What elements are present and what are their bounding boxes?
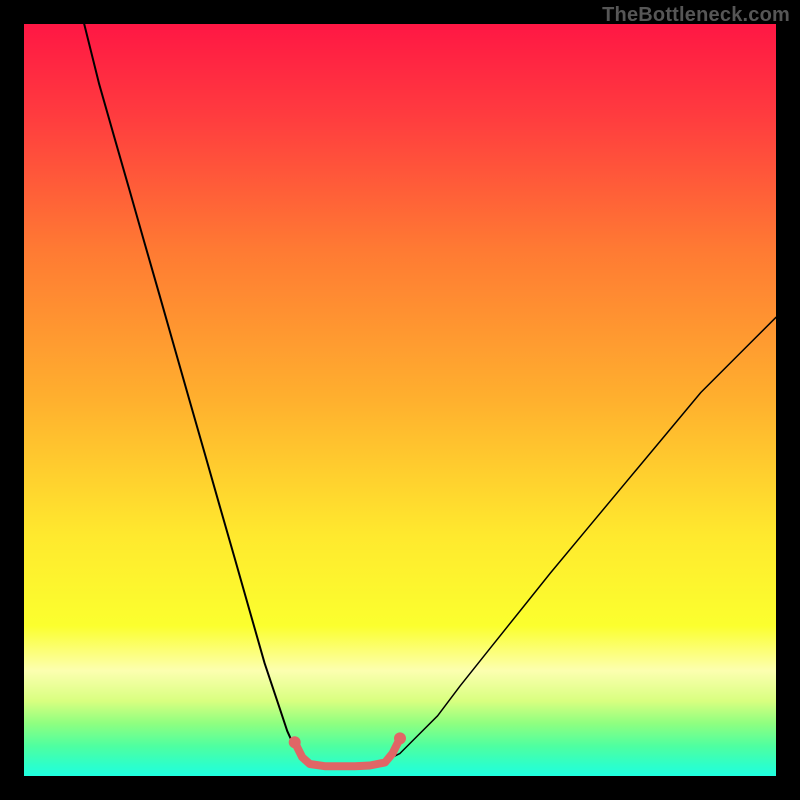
series-valley-floor [295, 738, 400, 766]
chart-container: TheBottleneck.com [0, 0, 800, 800]
series-right-branch [385, 317, 776, 761]
series-left-branch [84, 24, 310, 761]
valley-endpoint-dot [289, 736, 301, 748]
watermark-text: TheBottleneck.com [602, 4, 790, 27]
curve-layer [24, 24, 776, 776]
valley-endpoint-dot [394, 732, 406, 744]
plot-area [24, 24, 776, 776]
